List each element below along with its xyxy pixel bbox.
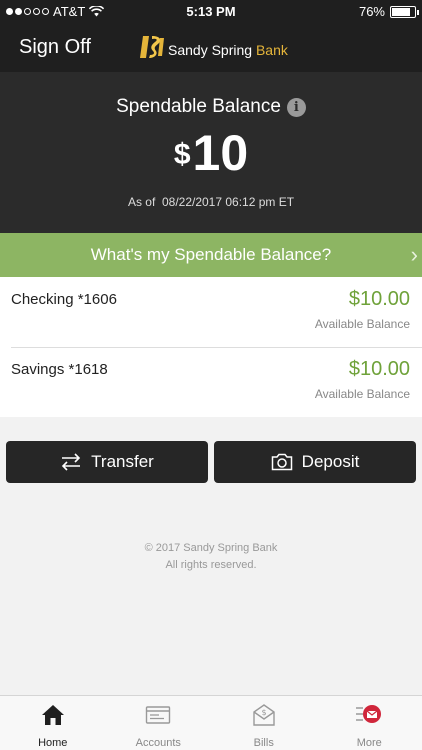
account-balance-label: Available Balance <box>314 387 410 401</box>
balance-title: Spendable Balance <box>116 96 281 117</box>
info-link-label: What's my Spendable Balance? <box>90 245 332 264</box>
tab-more[interactable]: More <box>317 696 422 750</box>
tab-home[interactable]: Home <box>0 696 106 750</box>
status-bar: AT&T 5:13 PM 76% <box>0 0 422 24</box>
accounts-icon <box>146 706 171 724</box>
spendable-balance-info-link[interactable]: What's my Spendable Balance? › <box>0 233 422 277</box>
balance-timestamp: As of 08/22/2017 06:12 pm ET <box>127 195 295 209</box>
bills-icon: $ <box>253 704 275 726</box>
account-balance: $10.00 <box>348 358 410 380</box>
balance-value: 10 <box>192 125 249 181</box>
rights-text: All rights reserved. <box>165 559 257 571</box>
tab-bills[interactable]: $ Bills <box>211 696 317 750</box>
action-buttons: Transfer Deposit <box>6 441 416 483</box>
tab-label: More <box>356 737 382 749</box>
balance-amount: $10 <box>0 124 422 182</box>
copyright-text: © 2017 Sandy Spring Bank <box>144 542 278 554</box>
info-icon[interactable]: i <box>286 97 306 117</box>
account-row-savings[interactable]: Savings *1618 $10.00 Available Balance <box>0 347 422 417</box>
sign-off-button[interactable]: Sign Off <box>19 36 91 59</box>
account-name: Savings *1618 <box>11 361 108 378</box>
account-balance-label: Available Balance <box>314 317 410 331</box>
balance-title-row: Spendable Balance i <box>0 96 422 118</box>
chevron-right-icon: › <box>410 242 418 267</box>
copyright-notice: © 2017 Sandy Spring Bank All rights rese… <box>0 540 422 574</box>
deposit-button[interactable]: Deposit <box>214 441 416 483</box>
tab-accounts[interactable]: Accounts <box>106 696 212 750</box>
app-header: Sign Off Sandy Spring Bank <box>0 24 422 72</box>
brand-logo: Sandy Spring Bank <box>140 34 288 60</box>
battery-icon <box>390 5 419 18</box>
deposit-label: Deposit <box>301 452 360 471</box>
currency-symbol: $ <box>173 138 191 171</box>
transfer-button[interactable]: Transfer <box>6 441 208 483</box>
svg-text:$: $ <box>261 708 266 717</box>
tab-label: Accounts <box>135 737 181 749</box>
home-icon <box>41 705 64 725</box>
battery-status: 76% <box>358 4 419 19</box>
transfer-arrows-icon <box>62 453 81 471</box>
bottom-tab-bar: Home Accounts $ Bills More <box>0 695 422 750</box>
spendable-balance-panel: Spendable Balance i $10 As of 08/22/2017… <box>0 72 422 233</box>
account-name: Checking *1606 <box>11 291 117 308</box>
tab-label: Home <box>38 737 68 749</box>
more-icon <box>356 705 382 723</box>
tab-label: Bills <box>253 737 274 749</box>
transfer-label: Transfer <box>91 452 154 471</box>
accounts-list: Checking *1606 $10.00 Available Balance … <box>0 277 422 417</box>
camera-icon <box>271 453 292 471</box>
account-balance: $10.00 <box>348 288 410 310</box>
sandy-spring-logo-icon <box>140 36 164 58</box>
battery-percent: 76% <box>358 4 385 19</box>
brand-name: Sandy Spring Bank <box>168 42 288 58</box>
account-row-checking[interactable]: Checking *1606 $10.00 Available Balance <box>0 277 422 347</box>
